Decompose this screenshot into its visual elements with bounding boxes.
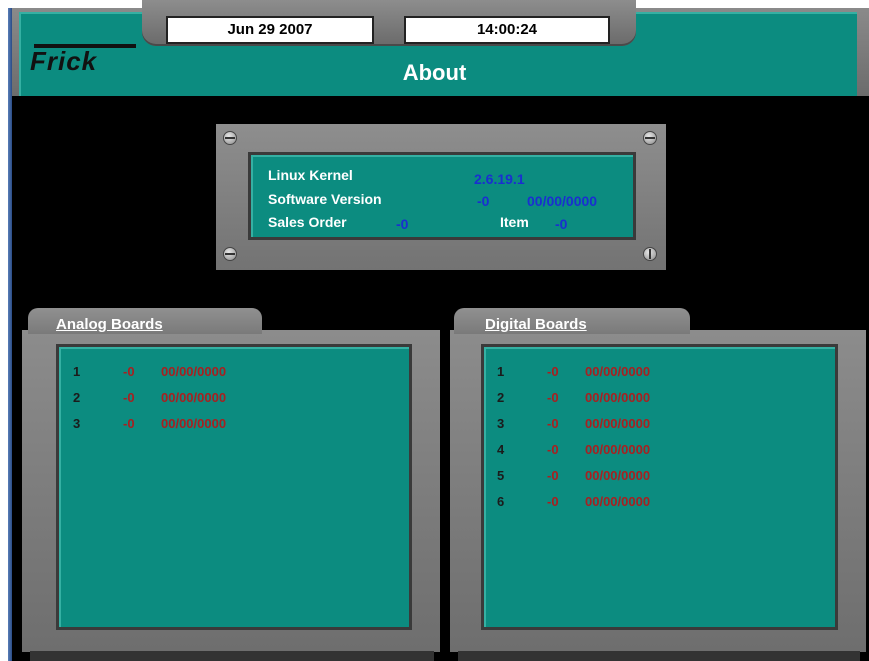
board-date: 00/00/0000 [161, 416, 227, 431]
board-number: 3 [497, 416, 505, 431]
digital-boards-screen [481, 344, 838, 630]
board-date: 00/00/0000 [585, 468, 651, 483]
panel-foot [30, 651, 434, 661]
item-value: -0 [555, 216, 568, 232]
board-date: 00/00/0000 [585, 442, 651, 457]
board-date: 00/00/0000 [585, 390, 651, 405]
analog-boards-title: Analog Boards [56, 316, 163, 333]
board-date: 00/00/0000 [585, 364, 651, 379]
board-date: 00/00/0000 [585, 494, 651, 509]
board-number: 5 [497, 468, 505, 483]
screw-icon [223, 247, 237, 261]
item-label: Item [500, 214, 529, 230]
board-revision: -0 [547, 468, 559, 483]
sales-order-label: Sales Order [268, 214, 347, 230]
board-revision: -0 [547, 494, 559, 509]
software-version-label: Software Version [268, 191, 382, 207]
board-revision: -0 [547, 390, 559, 405]
board-number: 6 [497, 494, 505, 509]
board-number: 3 [73, 416, 81, 431]
sales-order-value: -0 [396, 216, 409, 232]
digital-boards-title: Digital Boards [485, 316, 587, 333]
screw-icon [223, 131, 237, 145]
board-revision: -0 [547, 416, 559, 431]
board-number: 2 [73, 390, 81, 405]
board-date: 00/00/0000 [161, 364, 227, 379]
software-version-value: -0 [477, 193, 490, 209]
board-number: 2 [497, 390, 505, 405]
board-revision: -0 [547, 364, 559, 379]
date-display: Jun 29 2007 [166, 16, 374, 44]
board-revision: -0 [123, 416, 135, 431]
board-revision: -0 [123, 364, 135, 379]
software-version-date: 00/00/0000 [527, 193, 598, 209]
analog-boards-screen [56, 344, 412, 630]
page-title: About [402, 60, 467, 85]
board-date: 00/00/0000 [585, 416, 651, 431]
board-number: 1 [497, 364, 505, 379]
linux-kernel-label: Linux Kernel [268, 167, 353, 183]
board-number: 4 [497, 442, 505, 457]
time-display: 14:00:24 [404, 16, 610, 44]
screw-icon [643, 247, 657, 261]
board-revision: -0 [123, 390, 135, 405]
linux-kernel-value: 2.6.19.1 [474, 171, 525, 187]
board-number: 1 [73, 364, 81, 379]
board-date: 00/00/0000 [161, 390, 227, 405]
board-revision: -0 [547, 442, 559, 457]
screw-icon [643, 131, 657, 145]
panel-foot [458, 651, 860, 661]
screen-left-edge [8, 8, 12, 661]
